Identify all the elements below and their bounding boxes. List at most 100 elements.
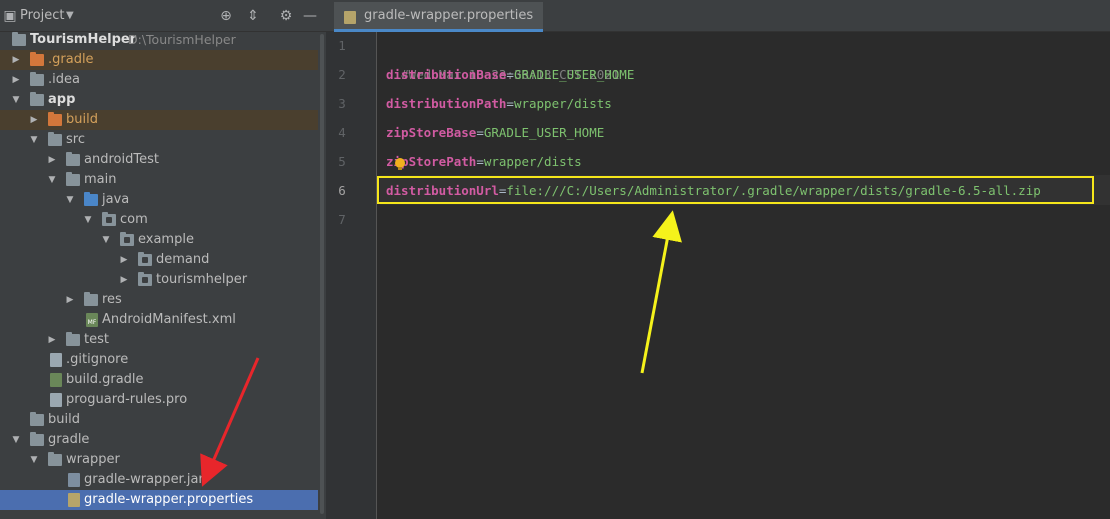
tree-item-androidmanifest[interactable]: MF AndroidManifest.xml xyxy=(0,310,326,330)
tree-item-app[interactable]: ▼ app xyxy=(0,90,326,110)
tree-item-gradle-wrapper-properties[interactable]: gradle-wrapper.properties xyxy=(0,490,326,510)
tree-item-src[interactable]: ▼ src xyxy=(0,130,326,150)
tree-item-label: proguard-rules.pro xyxy=(66,392,188,407)
property-key: zipStoreBase xyxy=(386,125,477,140)
tree-item-dot-gradle[interactable]: ▶ .gradle xyxy=(0,50,326,70)
tree-item-label: .idea xyxy=(48,72,80,87)
expand-arrow-icon[interactable]: ▶ xyxy=(46,150,58,170)
properties-file-icon xyxy=(68,493,80,507)
tree-item-label: res xyxy=(102,292,122,307)
project-path: D:\TourismHelper xyxy=(128,32,236,47)
code-line-1[interactable]: #Wed Mar 10 23:36:13 CST 2021 xyxy=(386,31,619,82)
tree-item-idea[interactable]: ▶ .idea xyxy=(0,70,326,90)
tree-item-label: app xyxy=(48,92,76,107)
tree-item-example[interactable]: ▼ example xyxy=(0,230,326,250)
resource-folder-icon xyxy=(84,292,98,306)
folder-icon xyxy=(30,432,44,446)
module-folder-icon xyxy=(30,92,44,106)
expand-arrow-icon[interactable]: ▶ xyxy=(28,110,40,130)
tree-item-label: build xyxy=(66,112,98,127)
folder-icon xyxy=(48,452,62,466)
equals-sign: = xyxy=(476,154,484,169)
settings-icon[interactable]: ⚙ xyxy=(278,8,294,24)
text-file-icon xyxy=(50,353,62,367)
tree-item-build[interactable]: build xyxy=(0,410,326,430)
tree-item-gitignore[interactable]: .gitignore xyxy=(0,350,326,370)
tree-item-label: .gitignore xyxy=(66,352,129,367)
text-file-icon xyxy=(50,393,62,407)
tree-item-java[interactable]: ▼ java xyxy=(0,190,326,210)
tree-item-label: example xyxy=(138,232,194,247)
expand-arrow-icon[interactable]: ▼ xyxy=(64,190,76,210)
tree-item-label: java xyxy=(102,192,130,207)
tab-label: gradle-wrapper.properties xyxy=(364,8,534,23)
expand-arrow-icon[interactable]: ▼ xyxy=(28,130,40,150)
line-number: 1 xyxy=(338,38,346,53)
tree-item-gradle[interactable]: ▼ gradle xyxy=(0,430,326,450)
equals-sign: = xyxy=(506,96,514,111)
code-line-7[interactable] xyxy=(386,205,401,234)
expand-arrow-icon[interactable]: ▶ xyxy=(118,250,130,270)
folder-icon xyxy=(66,332,80,346)
tree-item-test[interactable]: ▶ test xyxy=(0,330,326,350)
tree-item-tourismhelper-pkg[interactable]: ▶ tourismhelper xyxy=(0,270,326,290)
chevron-down-icon[interactable]: ▼ xyxy=(66,8,74,24)
expand-arrow-icon[interactable]: ▼ xyxy=(100,230,112,250)
expand-arrow-icon[interactable]: ▶ xyxy=(10,70,22,90)
code-line-2[interactable]: distributionBase=GRADLE_USER_HOME xyxy=(386,60,634,89)
tree-item-gradle-wrapper-jar[interactable]: gradle-wrapper.jar xyxy=(0,470,326,490)
expand-arrow-icon[interactable]: ▶ xyxy=(118,270,130,290)
collapse-icon[interactable]: ⇕ xyxy=(245,8,261,24)
tree-item-tourismhelper[interactable]: ▼ TourismHelper D:\TourismHelper xyxy=(0,30,326,50)
expand-arrow-icon[interactable]: ▼ xyxy=(46,170,58,190)
expand-arrow-icon[interactable]: ▼ xyxy=(28,450,40,470)
tree-item-wrapper[interactable]: ▼ wrapper xyxy=(0,450,326,470)
tree-item-main[interactable]: ▼ main xyxy=(0,170,326,190)
property-value: GRADLE_USER_HOME xyxy=(483,125,605,140)
tree-item-build-gradle[interactable]: build.gradle xyxy=(0,370,326,390)
tree-item-label: .gradle xyxy=(48,52,94,67)
package-icon xyxy=(102,212,116,226)
tree-item-label: androidTest xyxy=(84,152,159,167)
package-icon xyxy=(138,272,152,286)
expand-arrow-icon[interactable]: ▶ xyxy=(64,290,76,310)
line-number: 2 xyxy=(338,67,346,82)
expand-arrow-icon[interactable]: ▼ xyxy=(10,430,22,450)
expand-arrow-icon[interactable]: ▼ xyxy=(82,210,94,230)
tree-item-label: main xyxy=(84,172,117,187)
line-number: 7 xyxy=(338,212,346,227)
source-folder-icon xyxy=(84,192,98,206)
jar-file-icon xyxy=(68,473,80,487)
expand-arrow-icon[interactable]: ▶ xyxy=(46,330,58,350)
project-scrollbar[interactable] xyxy=(320,34,324,514)
tree-item-app-build[interactable]: ▶ build xyxy=(0,110,326,130)
excluded-folder-icon xyxy=(48,112,62,126)
project-view-selector[interactable]: Project xyxy=(20,8,64,24)
tree-item-demand[interactable]: ▶ demand xyxy=(0,250,326,270)
editor-tab-bar: gradle-wrapper.properties xyxy=(326,0,1110,32)
expand-arrow-icon[interactable]: ▶ xyxy=(10,50,22,70)
tree-item-res[interactable]: ▶ res xyxy=(0,290,326,310)
line-number: 4 xyxy=(338,125,346,140)
expand-arrow-icon[interactable]: ▼ xyxy=(10,90,22,110)
tree-item-label: tourismhelper xyxy=(156,272,248,287)
tree-item-label: gradle xyxy=(48,432,90,447)
code-line-3[interactable]: distributionPath=wrapper/dists xyxy=(386,89,612,118)
property-key: distributionPath xyxy=(386,96,507,111)
hide-icon[interactable]: — xyxy=(302,8,318,24)
code-line-5[interactable]: zipStorePath=wrapper/dists xyxy=(386,147,582,176)
tree-item-com[interactable]: ▼ com xyxy=(0,210,326,230)
tree-item-androidtest[interactable]: ▶ androidTest xyxy=(0,150,326,170)
property-value: wrapper/dists xyxy=(483,154,582,169)
tree-item-label: src xyxy=(66,132,85,147)
tree-item-proguard-rules[interactable]: proguard-rules.pro xyxy=(0,390,326,410)
line-number: 6 xyxy=(338,183,346,198)
locate-icon[interactable]: ⊕ xyxy=(218,8,234,24)
folder-icon xyxy=(66,172,80,186)
code-line-4[interactable]: zipStoreBase=GRADLE_USER_HOME xyxy=(386,118,604,147)
tree-item-label: build.gradle xyxy=(66,372,144,387)
tab-gradle-wrapper-properties[interactable]: gradle-wrapper.properties xyxy=(334,2,544,32)
package-icon xyxy=(120,232,134,246)
project-view-icon: ▣ xyxy=(3,8,17,24)
intention-bulb-icon[interactable] xyxy=(395,158,405,170)
